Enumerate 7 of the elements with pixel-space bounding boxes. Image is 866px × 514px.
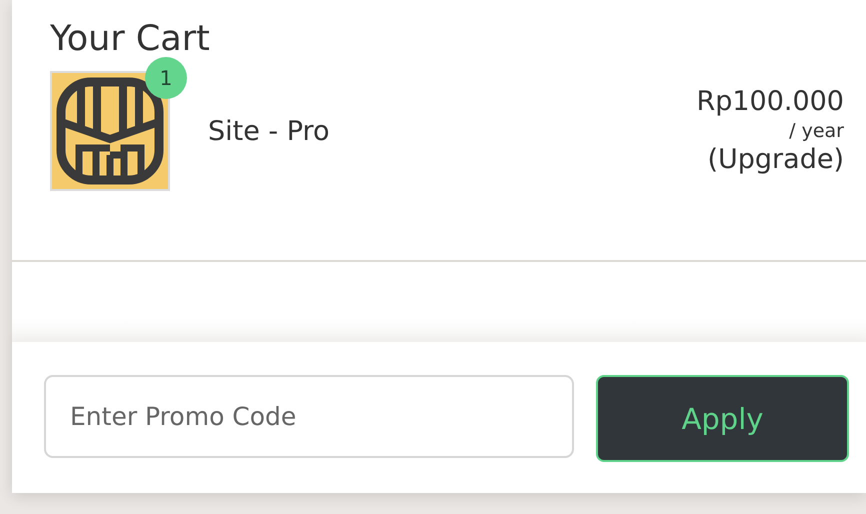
billing-period: / year xyxy=(789,120,844,142)
product-name: Site - Pro xyxy=(208,116,331,146)
product-price: Rp100.000 xyxy=(696,85,844,119)
upgrade-note: (Upgrade) xyxy=(707,143,844,177)
quantity-badge: 1 xyxy=(145,57,187,99)
apply-button[interactable]: Apply xyxy=(596,375,849,462)
promo-code-field[interactable]: Enter Promo Code xyxy=(44,375,574,458)
